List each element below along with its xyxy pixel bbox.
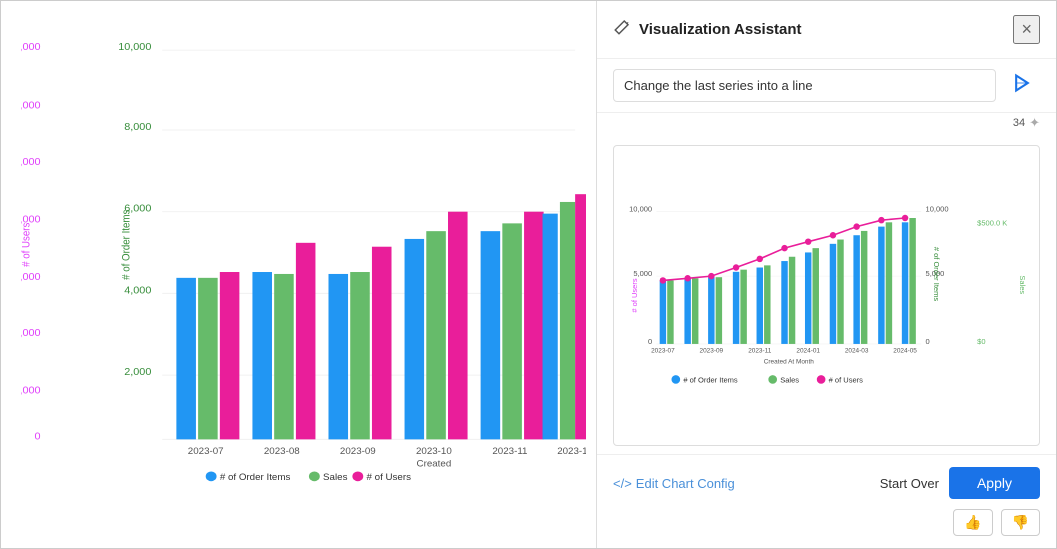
thumbs-up-icon: 👍: [964, 514, 981, 530]
char-count-row: 34 ✦: [597, 113, 1056, 137]
svg-text:2024-01: 2024-01: [796, 348, 820, 355]
svg-text:Created At Month: Created At Month: [764, 358, 815, 365]
svg-text:Sales: Sales: [323, 473, 348, 482]
svg-text:10,000: 10,000: [118, 43, 151, 53]
panel-header: Visualization Assistant ×: [597, 1, 1056, 59]
svg-text:7,000: 7,000: [21, 43, 41, 53]
sparkle-icon: ✦: [1029, 115, 1040, 131]
x-axis-preview: 2023-07 2023-09 2023-11 2024-01 2024-03 …: [651, 348, 917, 366]
svg-text:2024-03: 2024-03: [845, 348, 869, 355]
prompt-input[interactable]: [613, 69, 996, 102]
bar-pink-4: [448, 212, 468, 440]
wand-icon: [613, 18, 631, 41]
thumbs-down-button[interactable]: 👎: [1001, 509, 1040, 536]
bar-green-3: [350, 272, 370, 439]
bar-green-6: [560, 202, 575, 439]
svg-text:6,000: 6,000: [21, 101, 41, 111]
code-icon: </>: [613, 476, 632, 491]
main-chart-legend: # of Order Items Sales # of Users: [206, 471, 412, 482]
bar-pink-1: [220, 272, 240, 439]
svg-text:5,000: 5,000: [633, 269, 652, 278]
edit-config-label: Edit Chart Config: [636, 476, 735, 491]
svg-text:# of Users: # of Users: [367, 473, 412, 482]
svg-text:$500.0 K: $500.0 K: [977, 219, 1007, 228]
svg-text:# of Order Items: # of Order Items: [683, 376, 738, 385]
preview-container: # of Users 10,000 5,000 0 10,000 5,000 0…: [613, 145, 1040, 446]
svg-text:0: 0: [35, 432, 41, 442]
bar-pink-5: [524, 212, 544, 440]
panel-title: Visualization Assistant: [639, 21, 1013, 38]
send-button[interactable]: [1004, 69, 1040, 102]
svg-text:2023-07: 2023-07: [651, 348, 675, 355]
svg-text:# of Users: # of Users: [21, 223, 33, 267]
svg-text:0: 0: [648, 337, 652, 346]
svg-text:# of Order Items: # of Order Items: [932, 247, 941, 302]
svg-text:2023-08: 2023-08: [264, 446, 300, 455]
svg-text:10,000: 10,000: [629, 205, 652, 214]
bar-blue-1: [176, 278, 196, 440]
chart-area: 7,000 6,000 5,000 4,000 3,000 2,000 1,00…: [1, 1, 596, 548]
main-chart-svg: 7,000 6,000 5,000 4,000 3,000 2,000 1,00…: [21, 21, 586, 488]
preview-bars: [660, 218, 916, 344]
bar-green-5: [502, 223, 522, 439]
thumbs-down-icon: 👎: [1012, 514, 1029, 530]
svg-text:2,000: 2,000: [124, 368, 151, 378]
bar-green-2: [274, 274, 294, 439]
feedback-row: 👍 👎: [613, 509, 1040, 536]
bar-blue-4: [405, 239, 425, 439]
svg-text:1,000: 1,000: [21, 386, 41, 396]
visualization-assistant-panel: Visualization Assistant × 34 ✦ # of User…: [596, 1, 1056, 548]
svg-text:2023-11: 2023-11: [748, 348, 772, 355]
svg-text:2023-11: 2023-11: [492, 446, 527, 455]
bar-blue-6: [543, 214, 558, 440]
svg-text:2023-10: 2023-10: [416, 446, 452, 455]
svg-text:8,000: 8,000: [124, 122, 151, 132]
svg-text:Sales: Sales: [780, 376, 799, 385]
svg-text:2024-05: 2024-05: [893, 348, 917, 355]
svg-text:0: 0: [926, 337, 930, 346]
main-container: 7,000 6,000 5,000 4,000 3,000 2,000 1,00…: [0, 0, 1057, 549]
bar-blue-3: [328, 274, 348, 439]
bar-pink-3: [372, 247, 392, 440]
thumbs-up-button[interactable]: 👍: [953, 509, 992, 536]
bar-blue-5: [481, 231, 501, 439]
svg-text:$0: $0: [977, 337, 985, 346]
bar-blue-2: [252, 272, 272, 439]
preview-legend: # of Order Items Sales # of Users: [672, 375, 864, 385]
svg-text:2023-12: 2023-12: [557, 446, 586, 455]
bar-pink-2: [296, 243, 316, 440]
svg-text:2023-09: 2023-09: [340, 446, 376, 455]
svg-text:3,000: 3,000: [21, 272, 41, 282]
svg-text:Sales: Sales: [1018, 275, 1027, 294]
svg-text:2,000: 2,000: [21, 329, 41, 339]
apply-button[interactable]: Apply: [949, 467, 1040, 499]
svg-text:# of Order Items: # of Order Items: [121, 210, 133, 280]
footer-buttons: Start Over Apply: [880, 467, 1040, 499]
x-axis-labels: 2023-07 2023-08 2023-09 2023-10 2023-11 …: [188, 446, 586, 468]
bar-green-1: [198, 278, 218, 440]
svg-text:2023-07: 2023-07: [188, 446, 224, 455]
preview-chart-svg: # of Users 10,000 5,000 0 10,000 5,000 0…: [622, 154, 1031, 437]
close-button[interactable]: ×: [1013, 15, 1040, 44]
svg-text:5,000: 5,000: [21, 157, 41, 167]
bar-pink-6: [575, 194, 586, 439]
start-over-button[interactable]: Start Over: [880, 476, 939, 491]
input-row: [597, 59, 1056, 113]
svg-text:10,000: 10,000: [926, 205, 949, 214]
footer-actions: </> Edit Chart Config Start Over Apply: [613, 467, 1040, 499]
svg-text:Created: Created: [417, 459, 452, 468]
edit-chart-config-link[interactable]: </> Edit Chart Config: [613, 476, 735, 491]
svg-text:# of Users: # of Users: [829, 376, 863, 385]
bar-green-4: [426, 231, 446, 439]
char-count: 34: [1013, 117, 1025, 129]
panel-footer: </> Edit Chart Config Start Over Apply 👍…: [597, 454, 1056, 548]
svg-text:# of Order Items: # of Order Items: [220, 473, 291, 482]
svg-text:# of Users: # of Users: [630, 278, 639, 312]
svg-text:4,000: 4,000: [124, 286, 151, 296]
svg-text:2023-09: 2023-09: [700, 348, 724, 355]
